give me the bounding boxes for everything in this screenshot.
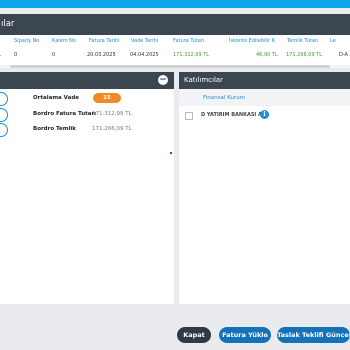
finansal-kurum-header[interactable]: Finansal Kurum <box>203 95 245 101</box>
bordro-temlik-label: Bordro Temlik <box>33 126 76 132</box>
cell-iskonto: 46,90 TL <box>256 52 278 58</box>
ortalama-vade-label: Ortalama Vade <box>33 95 80 101</box>
cell-lead: 1 <box>0 52 1 58</box>
radio-circle-icon[interactable] <box>0 92 8 106</box>
summary-panel: Ortalama Vade 15 Bordro Fatura Tutarı 17… <box>0 89 174 304</box>
col-kalem-no[interactable]: Kalem No <box>52 38 76 44</box>
cell-kalem-no: 0 <box>52 52 56 58</box>
participants-panel: Finansal Kurum D YATIRIM BANKASI A.Ş. i <box>179 89 350 304</box>
cell-fatura-tutari: 171.312,99 TL <box>173 52 210 58</box>
col-temlik-tutari[interactable]: Temlik Tutarı <box>287 38 318 44</box>
summary-panel-header: − <box>0 72 174 89</box>
cell-last: D-A <box>339 52 348 58</box>
bordro-temlik-value: 171.266,09 TL <box>92 126 132 132</box>
invoice-table: Sipariş No Kalem No Fatura Tarihi Vade T… <box>0 35 350 65</box>
radio-circle-icon[interactable] <box>0 123 8 137</box>
checkbox-icon[interactable] <box>185 112 193 120</box>
participants-title: Katılımcılar <box>184 76 224 84</box>
horizontal-scrollbar[interactable] <box>0 65 350 68</box>
cell-siparis-no: 0 <box>14 52 18 58</box>
col-last[interactable]: Le <box>330 38 336 44</box>
fatura-yukle-button[interactable]: Fatura Yükle <box>219 327 271 343</box>
red-marker <box>170 152 172 154</box>
top-accent-bar <box>0 0 350 8</box>
bordro-fatura-label: Bordro Fatura Tutarı <box>33 111 97 117</box>
section-header: ılar <box>0 14 350 35</box>
col-vade-tarihi[interactable]: Vade Tarihi <box>131 38 158 44</box>
cell-temlik-tutari: 171.266,09 TL <box>286 52 323 58</box>
ortalama-vade-badge: 15 <box>93 93 121 103</box>
col-fatura-tutari[interactable]: Fatura Tutarı <box>173 38 204 44</box>
info-icon[interactable]: i <box>260 110 269 119</box>
minus-circle-icon[interactable]: − <box>158 75 168 85</box>
participants-column-header: Finansal Kurum <box>179 89 350 106</box>
scrollbar-thumb[interactable] <box>10 65 330 68</box>
kapat-button[interactable]: Kapat <box>177 327 211 343</box>
col-fatura-tarihi[interactable]: Fatura Tarihi <box>89 38 120 44</box>
bordro-fatura-value: 171.312,99 TL <box>92 111 132 117</box>
radio-circle-icon[interactable] <box>0 108 8 122</box>
cell-vade-tarihi: 04.04.2025 <box>130 52 159 58</box>
taslak-teklifi-guncelle-button[interactable]: Taslak Teklifi Güncelle <box>277 327 350 343</box>
col-iskonto[interactable]: İskonto Edilebilir K <box>229 38 275 44</box>
col-siparis-no[interactable]: Sipariş No <box>14 38 39 44</box>
section-title: ılar <box>1 19 15 29</box>
participants-panel-header: Katılımcılar <box>179 72 350 89</box>
cell-fatura-tarihi: 20.03.2025 <box>87 52 116 58</box>
